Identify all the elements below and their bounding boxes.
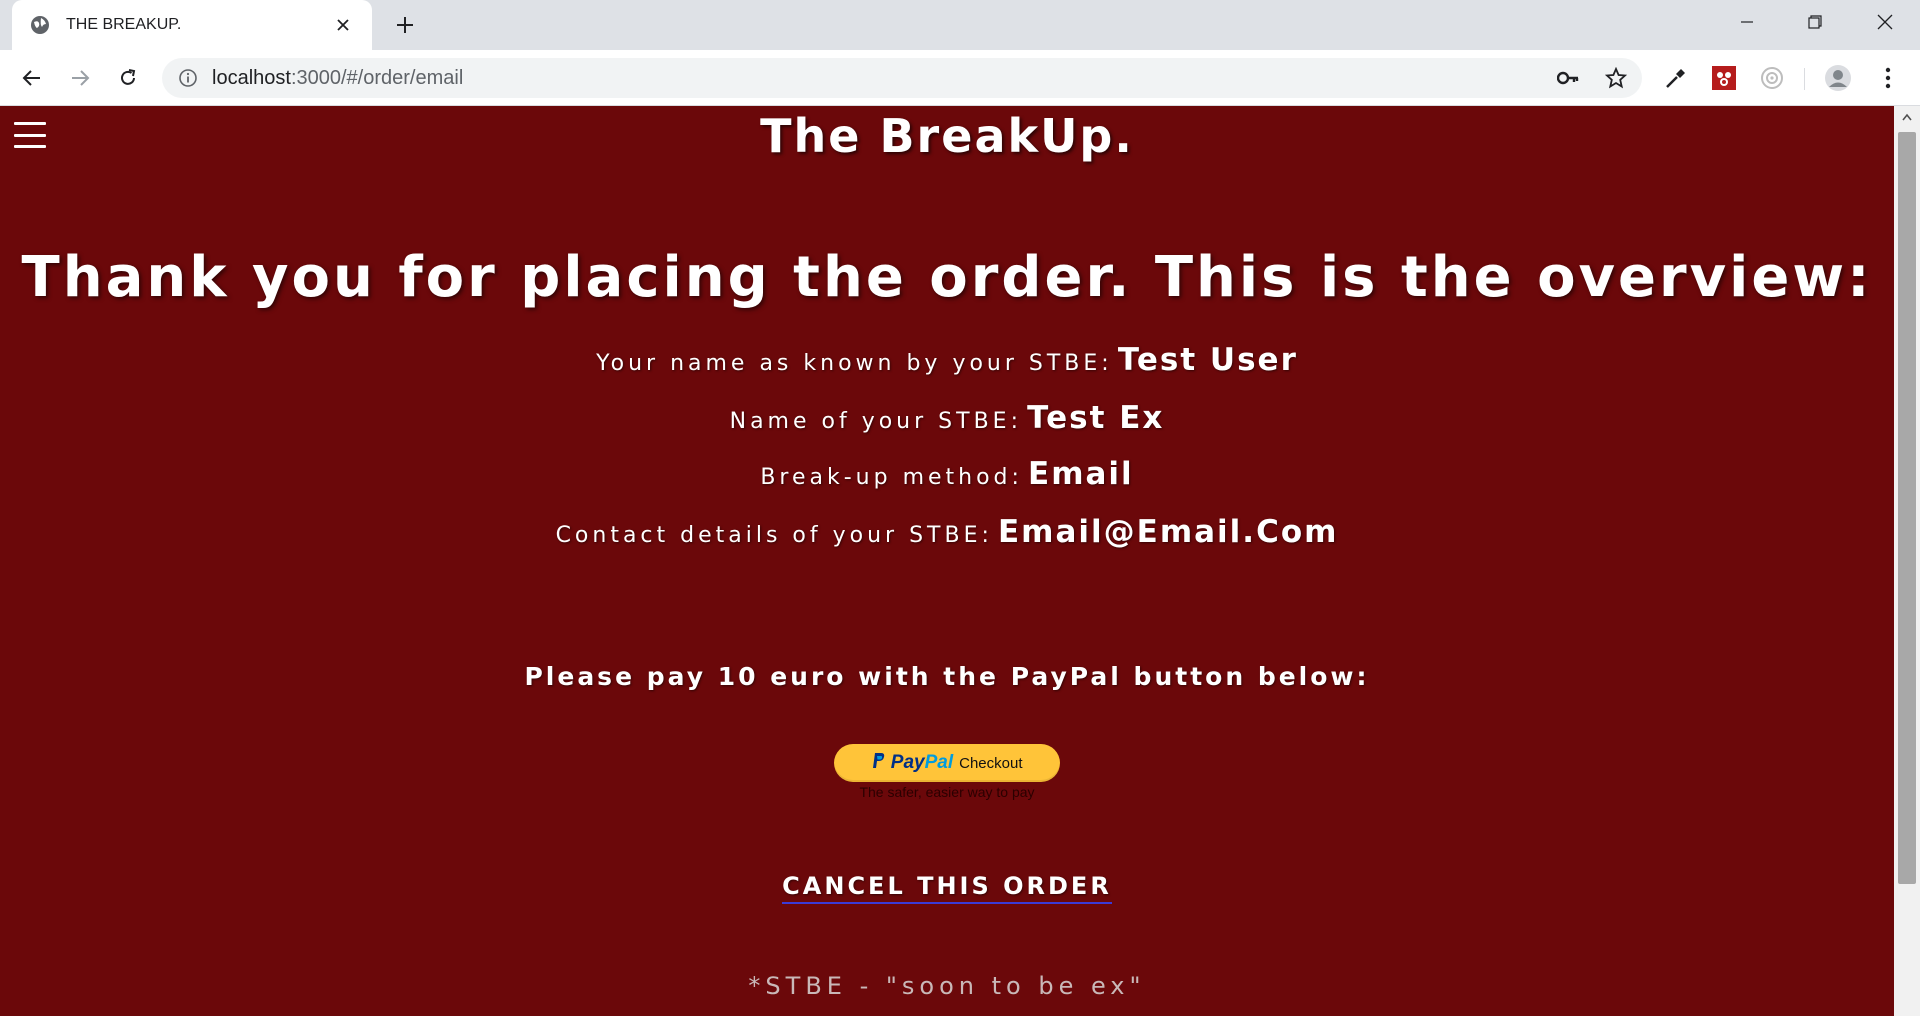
page-title: Thank you for placing the order. This is… bbox=[21, 245, 1873, 310]
back-arrow-icon[interactable] bbox=[16, 62, 48, 94]
info-icon[interactable] bbox=[178, 68, 198, 88]
order-detail-row: Your name as known by your STBE: Test Us… bbox=[0, 342, 1894, 378]
address-bar[interactable]: localhost:3000/#/order/email bbox=[162, 58, 1642, 98]
stbe-footnote: *STBE - "soon to be ex" bbox=[748, 972, 1146, 1000]
paypal-button-label: Checkout bbox=[959, 754, 1023, 772]
browser-toolbar: localhost:3000/#/order/email bbox=[0, 50, 1920, 106]
extension-icon[interactable] bbox=[1710, 64, 1738, 92]
detail-label: Contact details of your STBE: bbox=[555, 523, 993, 548]
detail-label: Break-up method: bbox=[760, 465, 1023, 490]
detail-label: Name of your STBE: bbox=[729, 409, 1022, 434]
restore-icon[interactable] bbox=[1792, 6, 1838, 38]
minimize-icon[interactable] bbox=[1724, 6, 1770, 38]
close-icon[interactable] bbox=[332, 14, 354, 36]
detail-label: Your name as known by your STBE: bbox=[596, 351, 1113, 376]
order-detail-row: Break-up method: Email bbox=[0, 456, 1894, 492]
page-scrollbar[interactable] bbox=[1894, 106, 1920, 1016]
order-detail-row: Contact details of your STBE: Email@Emai… bbox=[0, 514, 1894, 550]
kebab-menu-icon[interactable] bbox=[1874, 64, 1902, 92]
page-viewport: The BreakUp. Thank you for placing the o… bbox=[0, 106, 1894, 1016]
detail-value: Test Ex bbox=[1027, 400, 1165, 436]
cancel-order-container: CANCEL THIS ORDER bbox=[0, 872, 1894, 904]
tab-strip: THE BREAKUP. bbox=[0, 0, 1920, 50]
star-icon[interactable] bbox=[1604, 66, 1628, 90]
forward-arrow-icon[interactable] bbox=[64, 62, 96, 94]
url-path: :3000/#/order/email bbox=[290, 66, 464, 89]
paypal-checkout-button[interactable]: PayPal Checkout bbox=[834, 744, 1060, 782]
key-icon[interactable] bbox=[1556, 66, 1580, 90]
detail-value: Test User bbox=[1117, 342, 1298, 378]
scroll-up-icon[interactable] bbox=[1894, 106, 1920, 128]
eyedropper-icon[interactable] bbox=[1662, 64, 1690, 92]
paypal-tagline: The safer, easier way to pay bbox=[859, 784, 1035, 800]
payment-instruction: Please pay 10 euro with the PayPal butto… bbox=[524, 662, 1370, 691]
close-icon[interactable] bbox=[1862, 6, 1908, 38]
url-text: localhost:3000/#/order/email bbox=[212, 67, 463, 90]
extension-icon[interactable] bbox=[1758, 64, 1786, 92]
avatar-icon[interactable] bbox=[1824, 64, 1852, 92]
paypal-logo-pal: Pal bbox=[924, 752, 954, 773]
cancel-order-link[interactable]: CANCEL THIS ORDER bbox=[782, 872, 1112, 904]
url-host: localhost bbox=[212, 66, 291, 89]
detail-value: Email bbox=[1028, 456, 1134, 492]
scrollbar-thumb[interactable] bbox=[1898, 132, 1916, 884]
reload-icon[interactable] bbox=[112, 62, 144, 94]
detail-value: Email@Email.Com bbox=[998, 514, 1339, 550]
paypal-logo: PayPal bbox=[872, 752, 954, 774]
paypal-logo-pay: Pay bbox=[890, 752, 925, 773]
globe-icon bbox=[30, 15, 50, 35]
paypal-p-icon bbox=[872, 753, 884, 768]
plus-icon[interactable] bbox=[390, 10, 420, 40]
order-detail-row: Name of your STBE: Test Ex bbox=[0, 400, 1894, 436]
tab-title: THE BREAKUP. bbox=[66, 16, 182, 33]
site-logo[interactable]: The BreakUp. bbox=[0, 106, 1894, 166]
browser-tab[interactable]: THE BREAKUP. bbox=[12, 0, 372, 50]
toolbar-divider bbox=[1804, 68, 1805, 90]
